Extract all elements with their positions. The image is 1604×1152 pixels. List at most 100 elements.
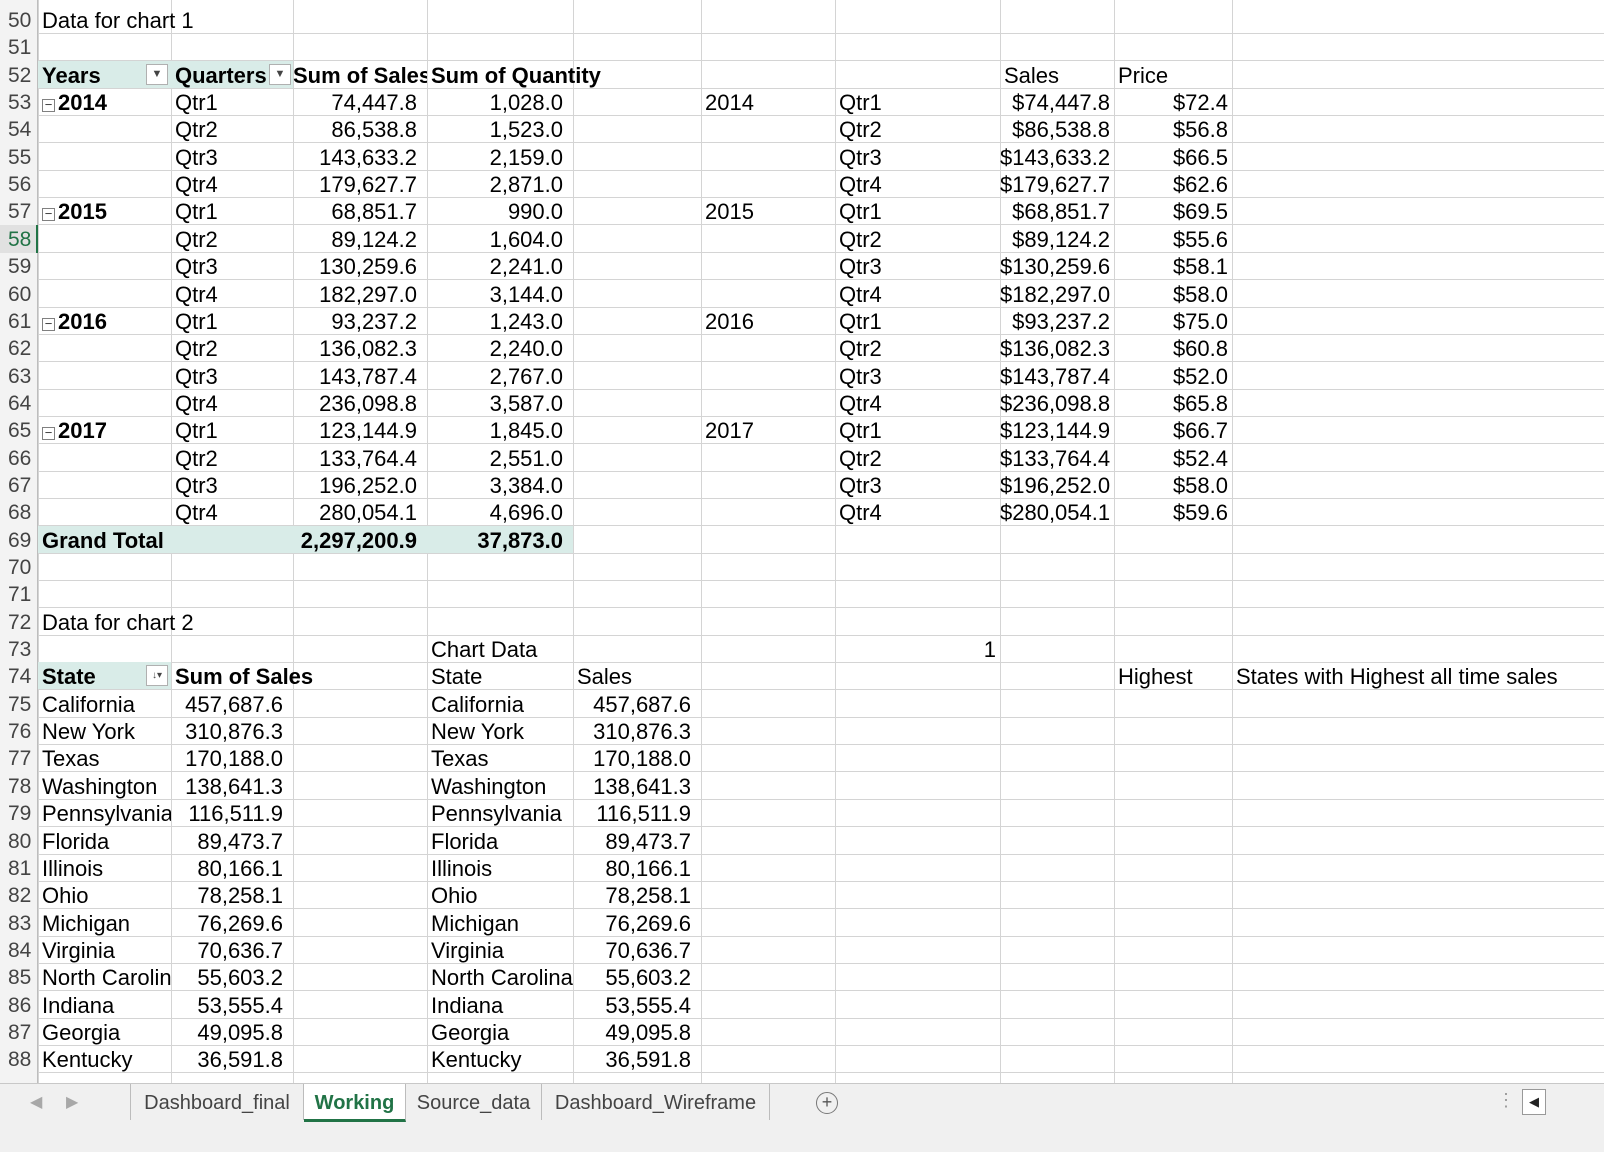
pivot-state-sales[interactable]: 138,641.3	[171, 772, 293, 800]
pivot-quarter[interactable]: Qtr1	[171, 88, 293, 116]
pivot-sum-quantity[interactable]: 2,767.0	[427, 362, 573, 390]
pivot-sum-sales[interactable]: 89,124.2	[293, 225, 427, 253]
dropdown-filter-icon[interactable]: ▼	[269, 63, 291, 85]
row-number[interactable]: 85	[0, 963, 38, 991]
pivot-quarter[interactable]: Qtr2	[171, 334, 293, 362]
pivot-quarter[interactable]: Qtr3	[171, 252, 293, 280]
side-sales[interactable]: $86,538.8	[1000, 115, 1114, 143]
pivot-state-sales[interactable]: 70,636.7	[171, 936, 293, 964]
row-number[interactable]: 63	[0, 362, 38, 390]
pivot-sum-quantity[interactable]: 2,240.0	[427, 334, 573, 362]
pivot-state[interactable]: Indiana	[38, 991, 171, 1019]
tab-dashboard-final[interactable]: Dashboard_final	[130, 1084, 304, 1120]
side-quarter[interactable]: Qtr1	[835, 88, 1000, 116]
chart-header-state[interactable]: State	[427, 662, 573, 690]
side-year[interactable]: 2016	[701, 307, 835, 335]
row-number[interactable]: 59	[0, 252, 38, 280]
chart-state[interactable]: California	[427, 690, 573, 718]
pivot-quarter[interactable]: Qtr1	[171, 416, 293, 444]
side-sales[interactable]: $143,787.4	[1000, 362, 1114, 390]
pivot-sum-sales[interactable]: 182,297.0	[293, 280, 427, 308]
chart-state-sales[interactable]: 76,269.6	[573, 909, 701, 937]
side-price[interactable]: $62.6	[1114, 170, 1232, 198]
row-number[interactable]: 64	[0, 389, 38, 417]
pivot-sum-sales[interactable]: 143,633.2	[293, 143, 427, 171]
highest-note[interactable]: States with Highest all time sales	[1232, 662, 1604, 690]
side-quarter[interactable]: Qtr3	[835, 362, 1000, 390]
row-number[interactable]: 83	[0, 909, 38, 937]
row-number[interactable]: 60	[0, 280, 38, 308]
row-number[interactable]: 84	[0, 936, 38, 964]
side-quarter[interactable]: Qtr3	[835, 471, 1000, 499]
pivot-state[interactable]: Ohio	[38, 881, 171, 909]
pivot-state[interactable]: Virginia	[38, 936, 171, 964]
collapse-minus-icon[interactable]: −	[42, 317, 55, 331]
chart-header-sales[interactable]: Sales	[573, 662, 701, 690]
side-sales[interactable]: $182,297.0	[1000, 280, 1114, 308]
side-sales[interactable]: $89,124.2	[1000, 225, 1114, 253]
pivot-sum-sales[interactable]: 123,144.9	[293, 416, 427, 444]
row-number[interactable]: 80	[0, 827, 38, 855]
row-number[interactable]: 79	[0, 799, 38, 827]
row-number[interactable]: 87	[0, 1018, 38, 1046]
side-year[interactable]: 2015	[701, 197, 835, 225]
pivot-state[interactable]: Washington	[38, 772, 171, 800]
side-price[interactable]: $69.5	[1114, 197, 1232, 225]
pivot-sum-sales[interactable]: 136,082.3	[293, 334, 427, 362]
pivot-sum-quantity[interactable]: 990.0	[427, 197, 573, 225]
pivot-sum-sales[interactable]: 133,764.4	[293, 444, 427, 472]
row-number[interactable]: 77	[0, 744, 38, 772]
row-number[interactable]: 52	[0, 61, 38, 89]
pivot-state-sales[interactable]: 457,687.6	[171, 690, 293, 718]
side-sales[interactable]: $123,144.9	[1000, 416, 1114, 444]
pivot-sum-quantity[interactable]: 1,845.0	[427, 416, 573, 444]
tab-scroll-prev-icon[interactable]: ◀	[30, 1092, 42, 1112]
side-price[interactable]: $55.6	[1114, 225, 1232, 253]
pivot-sum-quantity[interactable]: 4,696.0	[427, 498, 573, 526]
chart-data-label[interactable]: Chart Data	[427, 635, 627, 663]
chart-state[interactable]: North Carolina	[427, 963, 573, 991]
pivot-quarter[interactable]: Qtr4	[171, 389, 293, 417]
row-number[interactable]: 57	[0, 197, 38, 225]
row-number[interactable]: 51	[0, 33, 38, 61]
chart-state[interactable]: Pennsylvania	[427, 799, 573, 827]
pivot-header-state-sum-sales[interactable]: Sum of Sales	[171, 662, 371, 690]
side-year[interactable]: 2014	[701, 88, 835, 116]
pivot-sum-sales[interactable]: 68,851.7	[293, 197, 427, 225]
pivot-quarter[interactable]: Qtr2	[171, 225, 293, 253]
pivot-sum-quantity[interactable]: 1,523.0	[427, 115, 573, 143]
pivot-state[interactable]: California	[38, 690, 171, 718]
chart-state-sales[interactable]: 116,511.9	[573, 799, 701, 827]
pivot-sum-sales[interactable]: 280,054.1	[293, 498, 427, 526]
tab-source-data[interactable]: Source_data	[406, 1084, 542, 1120]
pivot-state-sales[interactable]: 49,095.8	[171, 1018, 293, 1046]
pivot-year-label[interactable]: −2015	[38, 197, 171, 225]
pivot-state-sales[interactable]: 78,258.1	[171, 881, 293, 909]
side-price[interactable]: $56.8	[1114, 115, 1232, 143]
pivot-sum-quantity[interactable]: 2,241.0	[427, 252, 573, 280]
chart-state[interactable]: New York	[427, 717, 573, 745]
row-number[interactable]: 73	[0, 635, 38, 663]
row-number[interactable]: 67	[0, 471, 38, 499]
row-number[interactable]: 55	[0, 143, 38, 171]
chart-state[interactable]: Texas	[427, 744, 573, 772]
section-title-chart2[interactable]: Data for chart 2	[38, 608, 338, 636]
pivot-sum-sales[interactable]: 93,237.2	[293, 307, 427, 335]
pivot-state[interactable]: Illinois	[38, 854, 171, 882]
grand-total-quantity[interactable]: 37,873.0	[427, 526, 573, 554]
row-number[interactable]: 81	[0, 854, 38, 882]
row-number[interactable]: 69	[0, 526, 38, 554]
chart-state-sales[interactable]: 138,641.3	[573, 772, 701, 800]
side-price[interactable]: $72.4	[1114, 88, 1232, 116]
pivot-year-label[interactable]: −2014	[38, 88, 171, 116]
side-quarter[interactable]: Qtr3	[835, 252, 1000, 280]
pivot-quarter[interactable]: Qtr4	[171, 280, 293, 308]
row-number[interactable]: 54	[0, 115, 38, 143]
side-sales[interactable]: $130,259.6	[1000, 252, 1114, 280]
pivot-state-sales[interactable]: 89,473.7	[171, 827, 293, 855]
pivot-sum-quantity[interactable]: 2,871.0	[427, 170, 573, 198]
pivot-state-sales[interactable]: 170,188.0	[171, 744, 293, 772]
chart-state-sales[interactable]: 310,876.3	[573, 717, 701, 745]
pivot-year-label[interactable]: −2017	[38, 416, 171, 444]
grand-total-sales[interactable]: 2,297,200.9	[293, 526, 427, 554]
